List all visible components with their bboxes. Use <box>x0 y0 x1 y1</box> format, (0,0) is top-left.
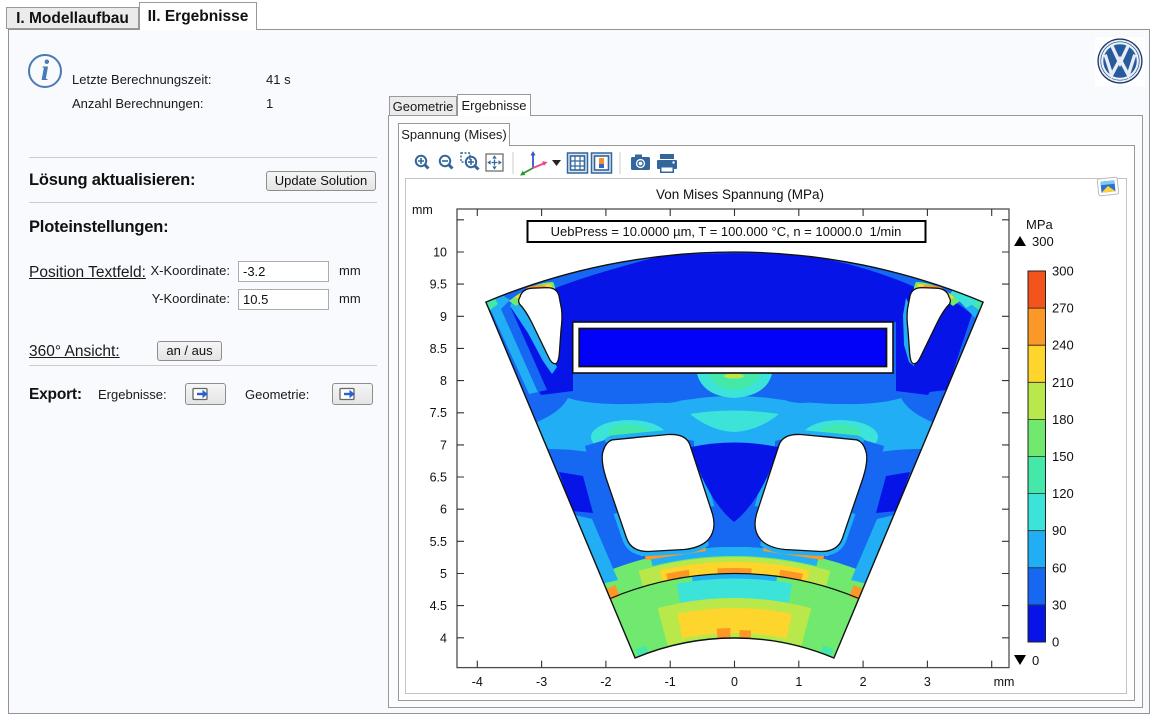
svg-text:0: 0 <box>731 675 738 689</box>
svg-text:4: 4 <box>440 631 447 645</box>
svg-text:60: 60 <box>1052 560 1066 575</box>
svg-text:7.5: 7.5 <box>430 406 447 420</box>
svg-text:180: 180 <box>1052 412 1074 427</box>
svg-text:270: 270 <box>1052 301 1074 316</box>
svg-text:Von Mises Spannung (MPa): Von Mises Spannung (MPa) <box>656 187 824 202</box>
svg-text:120: 120 <box>1052 486 1074 501</box>
svg-text:240: 240 <box>1052 338 1074 353</box>
svg-text:300: 300 <box>1032 234 1054 249</box>
svg-text:8.5: 8.5 <box>430 342 447 356</box>
svg-text:9: 9 <box>440 310 447 324</box>
svg-text:6: 6 <box>440 503 447 517</box>
svg-text:10: 10 <box>433 246 447 260</box>
svg-text:8: 8 <box>440 374 447 388</box>
svg-text:5: 5 <box>440 567 447 581</box>
svg-text:4.5: 4.5 <box>430 599 447 613</box>
svg-text:6.5: 6.5 <box>430 471 447 485</box>
svg-text:MPa: MPa <box>1026 217 1054 232</box>
svg-text:7: 7 <box>440 438 447 452</box>
svg-text:30: 30 <box>1052 597 1066 612</box>
svg-text:0: 0 <box>1032 653 1039 668</box>
svg-text:210: 210 <box>1052 375 1074 390</box>
svg-text:-4: -4 <box>472 675 483 689</box>
svg-text:90: 90 <box>1052 523 1066 538</box>
svg-text:3: 3 <box>924 675 931 689</box>
svg-text:1: 1 <box>795 675 802 689</box>
svg-text:mm: mm <box>412 203 433 217</box>
svg-text:2: 2 <box>860 675 867 689</box>
svg-text:5.5: 5.5 <box>430 535 447 549</box>
svg-text:150: 150 <box>1052 449 1074 464</box>
svg-text:UebPress = 10.0000 µm, T = 100: UebPress = 10.0000 µm, T = 100.000 °C, n… <box>551 224 902 239</box>
svg-text:0: 0 <box>1052 635 1059 650</box>
svg-text:9.5: 9.5 <box>430 278 447 292</box>
svg-text:300: 300 <box>1052 264 1074 279</box>
svg-text:-1: -1 <box>665 675 676 689</box>
svg-text:-3: -3 <box>536 675 547 689</box>
svg-text:-2: -2 <box>600 675 611 689</box>
svg-text:mm: mm <box>994 675 1015 689</box>
